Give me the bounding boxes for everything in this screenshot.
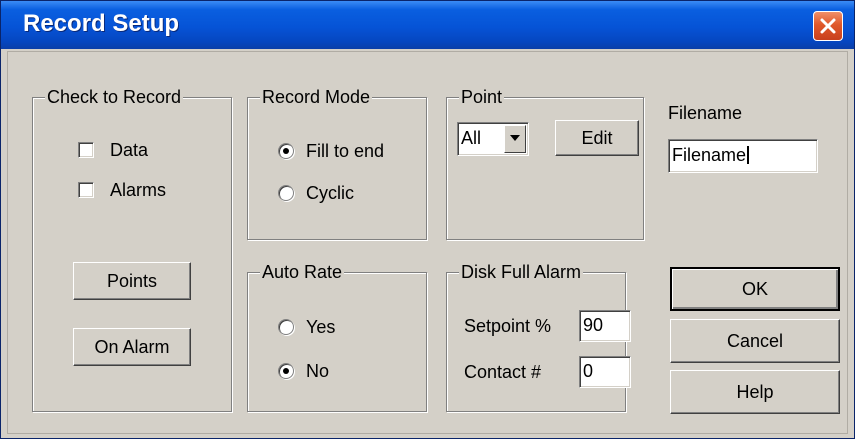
record-mode-group: Record Mode Fill to end Cyclic: [247, 86, 427, 240]
auto-rate-no-radio[interactable]: [278, 363, 294, 379]
window-title: Record Setup: [23, 10, 180, 37]
setpoint-value: 90: [583, 315, 604, 335]
auto-rate-legend: Auto Rate: [260, 261, 345, 283]
alarms-checkbox-label: Alarms: [110, 180, 167, 200]
setpoint-label: Setpoint %: [464, 316, 552, 336]
record-setup-dialog: Record Setup Check to Record Data Alarms…: [0, 0, 855, 439]
cyclic-radio[interactable]: [278, 185, 294, 201]
fill-to-end-radio[interactable]: [278, 143, 294, 159]
edit-button[interactable]: Edit: [555, 120, 639, 156]
auto-rate-yes-label: Yes: [306, 317, 336, 337]
close-button[interactable]: [813, 11, 843, 41]
fill-to-end-label: Fill to end: [306, 141, 385, 161]
cancel-button[interactable]: Cancel: [670, 319, 840, 363]
point-select-value: All: [461, 128, 482, 148]
check-to-record-group: Check to Record Data Alarms Points On Al…: [32, 86, 232, 412]
cyclic-label: Cyclic: [306, 183, 354, 203]
help-button[interactable]: Help: [670, 370, 840, 414]
title-bar[interactable]: Record Setup: [1, 1, 854, 49]
contact-input[interactable]: 0: [579, 356, 631, 388]
point-legend: Point: [459, 86, 505, 108]
point-dropdown-button[interactable]: [504, 125, 526, 153]
radio-selected-dot: [283, 368, 289, 374]
alarms-checkbox[interactable]: [78, 182, 94, 198]
setpoint-input[interactable]: 90: [579, 310, 631, 342]
radio-selected-dot: [283, 148, 289, 154]
point-group: Point All Edit: [446, 86, 644, 240]
point-select[interactable]: All: [457, 122, 529, 156]
points-button[interactable]: Points: [73, 262, 191, 300]
ok-button[interactable]: OK: [670, 267, 840, 311]
auto-rate-group: Auto Rate Yes No: [247, 261, 427, 412]
chevron-down-icon: [510, 135, 520, 141]
filename-label: Filename: [668, 103, 743, 123]
disk-full-alarm-group: Disk Full Alarm Setpoint % 90 Contact # …: [446, 261, 631, 412]
filename-input[interactable]: Filename: [668, 139, 818, 173]
close-icon: [820, 18, 836, 34]
disk-full-alarm-legend: Disk Full Alarm: [459, 261, 584, 283]
text-caret: [747, 146, 750, 164]
contact-label: Contact #: [464, 362, 542, 382]
data-checkbox[interactable]: [78, 142, 94, 158]
data-checkbox-label: Data: [110, 140, 149, 160]
auto-rate-no-label: No: [306, 361, 330, 381]
record-mode-legend: Record Mode: [260, 86, 373, 108]
check-to-record-legend: Check to Record: [45, 86, 184, 108]
auto-rate-yes-radio[interactable]: [278, 319, 294, 335]
on-alarm-button[interactable]: On Alarm: [73, 328, 191, 366]
filename-value: Filename: [672, 145, 747, 165]
contact-value: 0: [583, 361, 594, 381]
dialog-body: Check to Record Data Alarms Points On Al…: [7, 51, 848, 434]
